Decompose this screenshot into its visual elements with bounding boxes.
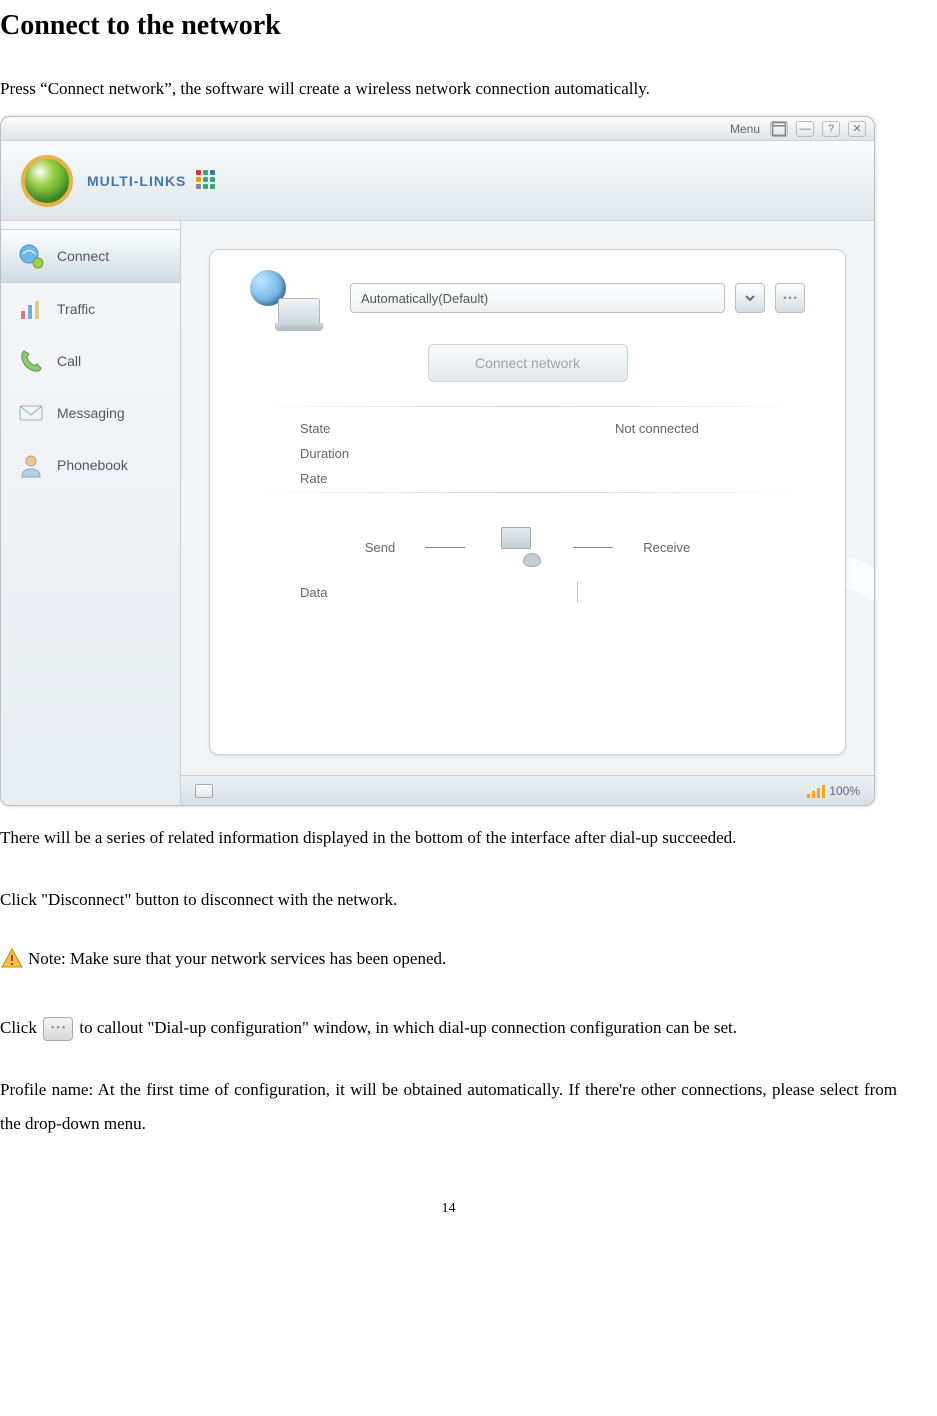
status-left — [195, 784, 213, 798]
receive-label: Receive — [643, 540, 690, 555]
duration-label: Duration — [300, 446, 460, 461]
divider — [250, 406, 805, 407]
page-number: 14 — [0, 1201, 897, 1217]
brand-dots-icon — [196, 170, 218, 192]
transfer-row: Send Receive — [250, 527, 805, 567]
warning-icon — [0, 947, 24, 971]
data-row: Data — [250, 575, 805, 603]
panel-top: Automatically(Default) ••• — [250, 270, 805, 326]
info-grid: State Not connected Duration Rate — [250, 421, 805, 486]
signal-icon — [807, 784, 825, 798]
sidebar-item-phonebook[interactable]: Phonebook — [1, 439, 180, 491]
sidebar-item-label: Phonebook — [57, 457, 128, 473]
messaging-icon — [17, 399, 45, 427]
main-area: Automatically(Default) ••• Connect netwo… — [181, 221, 874, 805]
note-line: Note: Make sure that your network servic… — [0, 947, 897, 971]
receive-line — [573, 547, 613, 548]
connect-network-button[interactable]: Connect network — [428, 344, 628, 382]
app-body: Connect Traffic Call Messaging — [1, 221, 874, 805]
call-icon — [17, 347, 45, 375]
data-separator — [577, 581, 578, 603]
send-label: Send — [365, 540, 395, 555]
status-right: 100% — [807, 784, 860, 798]
connect-icon — [17, 242, 45, 270]
doc-paragraph-5: Profile name: At the first time of confi… — [0, 1073, 897, 1141]
profile-dropdown-button[interactable] — [735, 283, 765, 313]
connection-panel: Automatically(Default) ••• Connect netwo… — [209, 249, 846, 755]
sidebar-item-connect[interactable]: Connect — [1, 229, 180, 283]
app-window: Menu — ? ✕ MULTI-LINKS Connect — [0, 116, 875, 806]
doc-paragraph-2: There will be a series of related inform… — [0, 821, 897, 855]
rate-label: Rate — [300, 471, 460, 486]
profile-config-button[interactable]: ••• — [775, 283, 805, 313]
inline-config-button-icon: ••• — [43, 1017, 73, 1041]
note-text: Note: Make sure that your network servic… — [28, 949, 446, 969]
sidebar-item-label: Call — [57, 353, 81, 369]
para4-suffix: to callout "Dial-up configuration" windo… — [79, 1018, 737, 1037]
statusbar: 100% — [181, 775, 874, 805]
sidebar-item-label: Messaging — [57, 405, 125, 421]
titlebar: Menu — ? ✕ — [1, 117, 874, 141]
brand-bar: MULTI-LINKS — [1, 141, 874, 221]
brand-text: MULTI-LINKS — [87, 170, 218, 192]
menu-label[interactable]: Menu — [730, 122, 760, 136]
sidebar-item-call[interactable]: Call — [1, 335, 180, 387]
doc-paragraph-1: Press “Connect network”, the software wi… — [0, 72, 897, 106]
sidebar-item-label: Connect — [57, 248, 109, 264]
data-label: Data — [300, 585, 327, 600]
sidebar-item-messaging[interactable]: Messaging — [1, 387, 180, 439]
sidebar-item-traffic[interactable]: Traffic — [1, 283, 180, 335]
brand-name: MULTI-LINKS — [87, 173, 186, 189]
divider — [250, 492, 805, 493]
menu-dropdown-button[interactable] — [770, 121, 788, 137]
doc-heading: Connect to the network — [0, 10, 897, 42]
network-illustration-icon — [250, 270, 320, 326]
state-value: Not connected — [615, 421, 755, 436]
sidebar-item-label: Traffic — [57, 301, 95, 317]
sidebar: Connect Traffic Call Messaging — [1, 221, 181, 805]
doc-paragraph-3: Click "Disconnect" button to disconnect … — [0, 883, 897, 917]
profile-row: Automatically(Default) ••• — [350, 283, 805, 313]
signal-percent: 100% — [829, 784, 860, 798]
close-button[interactable]: ✕ — [848, 121, 866, 137]
profile-select[interactable]: Automatically(Default) — [350, 283, 725, 313]
brand-globe-icon — [21, 155, 73, 207]
traffic-icon — [17, 295, 45, 323]
connect-row: Connect network — [250, 344, 805, 382]
state-label: State — [300, 421, 460, 436]
para4-prefix: Click — [0, 1018, 41, 1037]
sim-icon — [195, 784, 213, 798]
help-button[interactable]: ? — [822, 121, 840, 137]
phonebook-icon — [17, 451, 45, 479]
send-line — [425, 547, 465, 548]
transfer-icon — [495, 527, 543, 567]
minimize-button[interactable]: — — [796, 121, 814, 137]
doc-paragraph-4: Click ••• to callout "Dial-up configurat… — [0, 1011, 897, 1045]
